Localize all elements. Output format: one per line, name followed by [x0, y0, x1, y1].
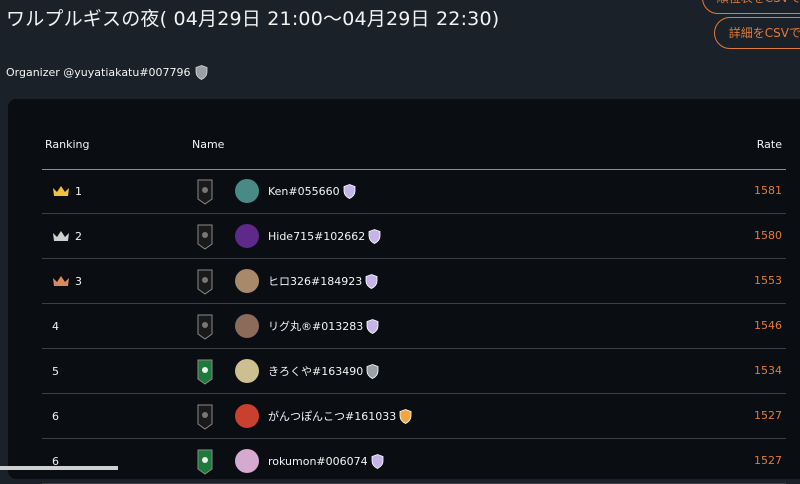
player-name-cell: リグ丸®#013283: [268, 304, 379, 348]
export-ranking-csv-button[interactable]: 順位表をCSVで出力: [701, 0, 800, 14]
player-name-cell: がんつぽんこつ#161033: [268, 394, 412, 438]
rate-value: 1546: [754, 319, 782, 332]
player-name[interactable]: がんつぽんこつ#161033: [268, 408, 396, 424]
player-name[interactable]: リグ丸®#013283: [268, 318, 363, 334]
table-row[interactable]: 3 ヒロ326#184923 1553: [42, 259, 786, 304]
shield-icon: [371, 453, 384, 469]
rank-cell: 2: [52, 214, 82, 258]
organizer-info: Organizer @yuyatiakatu#007796: [6, 65, 208, 80]
rank-cell: 5: [52, 349, 59, 393]
table-row[interactable]: 4 リグ丸®#013283 1546: [42, 304, 786, 349]
rate-value: 1553: [754, 274, 782, 287]
table-header: Ranking Name Rate: [42, 137, 786, 170]
shield-icon: [399, 408, 412, 424]
organizer-label: Organizer @yuyatiakatu#007796: [6, 66, 191, 79]
rank-number: 5: [52, 364, 59, 378]
shield-icon: [366, 363, 379, 379]
rank-number: 2: [75, 229, 82, 243]
player-name[interactable]: ヒロ326#184923: [268, 273, 362, 289]
rank-number: 4: [52, 319, 59, 333]
player-name-cell: Hide715#102662: [268, 214, 381, 258]
player-name-cell: きろくや#163490: [268, 349, 379, 393]
dark-banner-icon: [197, 179, 213, 205]
ranking-panel: Ranking Name Rate 1 Ken#055660 1581 2 Hi…: [8, 99, 800, 484]
table-row[interactable]: 6 rokumon#006074 1527: [42, 439, 786, 484]
header-rate: Rate: [756, 138, 782, 151]
dark-banner-icon: [197, 224, 213, 250]
green-banner-icon: [197, 359, 213, 385]
rank-number: 1: [75, 184, 82, 198]
header-ranking: Ranking: [45, 138, 90, 151]
rank-cell: 3: [52, 259, 82, 303]
header-name: Name: [192, 138, 225, 151]
player-name-cell: rokumon#006074: [268, 439, 384, 483]
rate-value: 1581: [754, 184, 782, 197]
rank-number: 6: [52, 409, 59, 423]
shield-icon: [195, 65, 207, 80]
player-name[interactable]: rokumon#006074: [268, 455, 368, 468]
dark-banner-icon: [197, 404, 213, 430]
player-name-cell: Ken#055660: [268, 169, 356, 213]
rank-cell: 4: [52, 304, 59, 348]
page-title: ワルプルギスの夜( 04月29日 21:00〜04月29日 22:30): [6, 8, 500, 30]
avatar[interactable]: [235, 269, 259, 293]
crown-icon: [53, 276, 69, 286]
player-name[interactable]: きろくや#163490: [268, 363, 363, 379]
rank-number: 3: [75, 274, 82, 288]
shield-icon: [366, 318, 379, 334]
avatar[interactable]: [235, 179, 259, 203]
shield-icon: [343, 183, 356, 199]
horizontal-scrollbar[interactable]: [0, 466, 118, 470]
shield-icon: [368, 228, 381, 244]
dark-banner-icon: [197, 314, 213, 340]
player-name-cell: ヒロ326#184923: [268, 259, 378, 303]
green-banner-icon: [197, 449, 213, 475]
table-row[interactable]: 5 きろくや#163490 1534: [42, 349, 786, 394]
crown-icon: [53, 231, 69, 241]
dark-banner-icon: [197, 269, 213, 295]
crown-icon: [53, 186, 69, 196]
avatar[interactable]: [235, 224, 259, 248]
rate-value: 1527: [754, 409, 782, 422]
rank-cell: 6: [52, 439, 59, 483]
avatar[interactable]: [235, 359, 259, 383]
avatar[interactable]: [235, 314, 259, 338]
avatar[interactable]: [235, 449, 259, 473]
table-row[interactable]: 1 Ken#055660 1581: [42, 169, 786, 214]
table-row[interactable]: 2 Hide715#102662 1580: [42, 214, 786, 259]
rank-cell: 1: [52, 169, 82, 213]
player-name[interactable]: Hide715#102662: [268, 230, 365, 243]
rate-value: 1534: [754, 364, 782, 377]
export-detail-csv-button[interactable]: 詳細をCSVで出力: [713, 17, 800, 49]
rank-cell: 6: [52, 394, 59, 438]
ranking-table-body: 1 Ken#055660 1581 2 Hide715#102662 1580 …: [42, 169, 786, 484]
table-row[interactable]: 6 がんつぽんこつ#161033 1527: [42, 394, 786, 439]
rate-value: 1527: [754, 454, 782, 467]
avatar[interactable]: [235, 404, 259, 428]
rate-value: 1580: [754, 229, 782, 242]
shield-icon: [365, 273, 378, 289]
player-name[interactable]: Ken#055660: [268, 185, 340, 198]
